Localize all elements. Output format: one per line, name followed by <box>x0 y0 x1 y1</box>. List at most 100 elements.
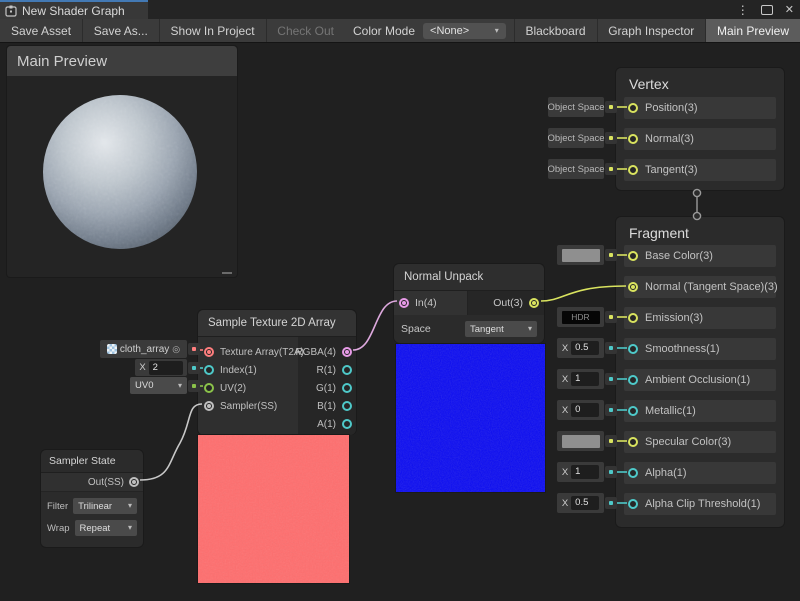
alpha-clip-port[interactable] <box>628 499 638 509</box>
fragment-context-node[interactable]: Fragment Base Color(3) Normal (Tangent S… <box>615 216 785 528</box>
base-color-port[interactable] <box>628 251 638 261</box>
output-a[interactable]: A(1) <box>317 415 352 433</box>
index-port[interactable] <box>204 365 214 375</box>
fragment-slot-smoothness[interactable]: Smoothness(1) <box>624 338 776 360</box>
fragment-slot-alpha-clip[interactable]: Alpha Clip Threshold(1) <box>624 493 776 515</box>
alpha-clip-widget[interactable]: X0.5 <box>557 493 617 513</box>
show-in-project-button[interactable]: Show In Project <box>160 19 266 42</box>
color-mode-dropdown[interactable]: <None> ▾ <box>423 23 506 39</box>
specular-color-widget[interactable] <box>557 431 617 451</box>
filter-dropdown[interactable]: Trilinear ▾ <box>73 498 137 514</box>
position-port[interactable] <box>628 103 638 113</box>
input-sampler[interactable]: Sampler(SS) <box>204 397 277 415</box>
float-field[interactable]: 1 <box>571 372 599 386</box>
sampler-port[interactable] <box>204 401 214 411</box>
close-icon[interactable]: ✕ <box>785 3 794 16</box>
fragment-slot-metallic[interactable]: Metallic(1) <box>624 400 776 422</box>
hdr-color-swatch[interactable]: HDR <box>562 311 600 324</box>
smoothness-widget[interactable]: X0.5 <box>557 338 617 358</box>
input-texture-array[interactable]: Texture Array(T2A) <box>204 343 304 361</box>
out-ss-port[interactable] <box>129 477 139 487</box>
fragment-slot-alpha[interactable]: Alpha(1) <box>624 462 776 484</box>
texture-array-field[interactable]: cloth_array ◎ <box>100 340 200 358</box>
graph-inspector-toggle-button[interactable]: Graph Inspector <box>597 19 705 42</box>
a-port[interactable] <box>342 419 352 429</box>
uv-channel-dropdown[interactable]: UV0 ▾ <box>130 377 187 394</box>
filter-label: Filter <box>47 501 68 512</box>
texture-array-port[interactable] <box>204 347 214 357</box>
main-preview-header[interactable]: Main Preview <box>7 46 237 76</box>
uv-channel-widget[interactable]: UV0 ▾ <box>130 377 200 394</box>
unpack-out-slot[interactable]: Out(3) <box>468 291 544 315</box>
object-picker-icon[interactable]: ◎ <box>172 344 180 355</box>
emission-port[interactable] <box>628 313 638 323</box>
binding-dot-box <box>605 132 617 144</box>
in-port[interactable] <box>399 298 409 308</box>
blackboard-toggle-button[interactable]: Blackboard <box>514 19 596 42</box>
r-port[interactable] <box>342 365 352 375</box>
metallic-port[interactable] <box>628 406 638 416</box>
vertex-context-node[interactable]: Vertex Position(3) Normal(3) Tangent(3) <box>615 67 785 191</box>
input-uv[interactable]: UV(2) <box>204 379 246 397</box>
fragment-slot-normal[interactable]: Normal (Tangent Space)(3) <box>624 276 776 298</box>
save-as-button[interactable]: Save As... <box>83 19 159 42</box>
alpha-widget[interactable]: X1 <box>557 462 617 482</box>
unpack-in-slot[interactable]: In(4) <box>394 291 468 315</box>
output-g[interactable]: G(1) <box>316 379 352 397</box>
wrap-dropdown[interactable]: Repeat ▾ <box>75 520 137 536</box>
index-field[interactable]: 2 <box>149 361 183 375</box>
color-swatch[interactable] <box>562 249 600 262</box>
sampler-state-node[interactable]: Sampler State Out(SS) Filter Trilinear ▾… <box>40 449 144 548</box>
save-asset-button[interactable]: Save Asset <box>0 19 82 42</box>
float-field[interactable]: 0.5 <box>571 341 599 355</box>
base-color-widget[interactable] <box>557 245 617 265</box>
ambient-occlusion-widget[interactable]: X1 <box>557 369 617 389</box>
graph-canvas[interactable]: Main Preview <box>0 43 800 601</box>
fragment-slot-emission[interactable]: Emission(3) <box>624 307 776 329</box>
ambient-occlusion-port[interactable] <box>628 375 638 385</box>
output-b[interactable]: B(1) <box>317 397 352 415</box>
normal-tangent-port[interactable] <box>628 282 638 292</box>
main-preview-toggle-button[interactable]: Main Preview <box>706 19 800 42</box>
tangent-binding-widget: Object Space <box>548 159 617 179</box>
sample-texture-2d-array-node[interactable]: Sample Texture 2D Array Texture Array(T2… <box>197 309 357 435</box>
main-preview-panel[interactable]: Main Preview <box>6 45 238 278</box>
index-field-widget[interactable]: X 2 <box>135 359 200 376</box>
emission-widget[interactable]: HDR <box>557 307 617 327</box>
vertex-slot-position[interactable]: Position(3) <box>624 97 776 119</box>
color-swatch[interactable] <box>562 435 600 448</box>
g-port[interactable] <box>342 383 352 393</box>
rgba-port[interactable] <box>342 347 352 357</box>
wrap-label: Wrap <box>47 523 70 534</box>
output-r[interactable]: R(1) <box>317 361 352 379</box>
float-field[interactable]: 0 <box>571 403 599 417</box>
tangent-port[interactable] <box>628 165 638 175</box>
out-port[interactable] <box>529 298 539 308</box>
specular-color-port[interactable] <box>628 437 638 447</box>
chevron-down-icon: ▾ <box>495 27 499 35</box>
chevron-down-icon: ▾ <box>178 382 182 390</box>
float-field[interactable]: 1 <box>571 465 599 479</box>
space-dropdown[interactable]: Tangent ▾ <box>465 321 537 337</box>
normal-port[interactable] <box>628 134 638 144</box>
output-rgba[interactable]: RGBA(4) <box>295 343 352 361</box>
tab-new-shader-graph[interactable]: New Shader Graph <box>0 0 148 19</box>
b-port[interactable] <box>342 401 352 411</box>
metallic-widget[interactable]: X0 <box>557 400 617 420</box>
input-index[interactable]: Index(1) <box>204 361 257 379</box>
smoothness-port[interactable] <box>628 344 638 354</box>
fragment-slot-specular-color[interactable]: Specular Color(3) <box>624 431 776 453</box>
more-menu-icon[interactable]: ⋮ <box>737 4 749 16</box>
color-mode-value: <None> <box>430 25 469 37</box>
maximize-icon[interactable] <box>761 5 773 15</box>
normal-unpack-node[interactable]: Normal Unpack In(4) Out(3) Space Tangent… <box>393 263 545 343</box>
uv-port[interactable] <box>204 383 214 393</box>
alpha-port[interactable] <box>628 468 638 478</box>
sampler-out-slot[interactable]: Out(SS) <box>41 473 143 492</box>
vertex-slot-normal[interactable]: Normal(3) <box>624 128 776 150</box>
float-field[interactable]: 0.5 <box>571 496 599 510</box>
fragment-slot-base-color[interactable]: Base Color(3) <box>624 245 776 267</box>
vertex-slot-tangent[interactable]: Tangent(3) <box>624 159 776 181</box>
panel-resize-handle[interactable] <box>222 272 232 274</box>
fragment-slot-ambient-occlusion[interactable]: Ambient Occlusion(1) <box>624 369 776 391</box>
